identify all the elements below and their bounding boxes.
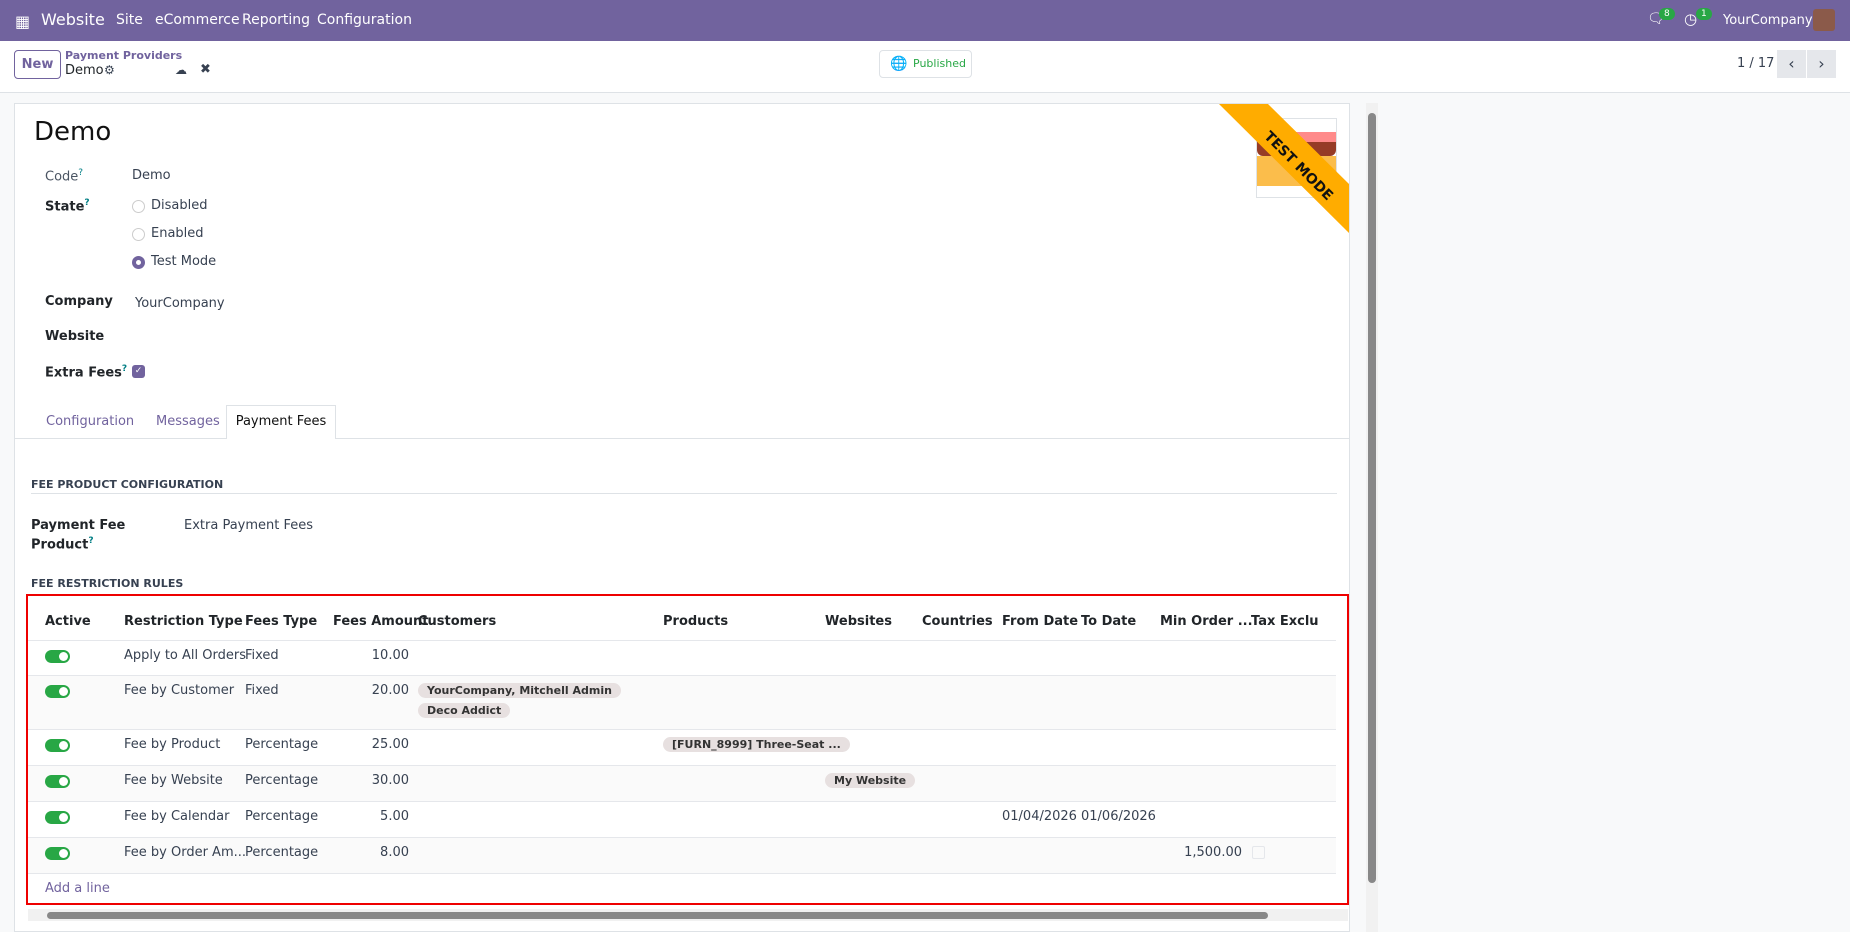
record-title: Demo xyxy=(34,117,112,147)
breadcrumb-current: Demo xyxy=(65,63,104,78)
globe-icon: 🌐 xyxy=(890,56,908,72)
save-cloud-icon[interactable]: ☁ xyxy=(175,63,187,77)
code-label: Code? xyxy=(45,168,83,184)
radio-enabled[interactable] xyxy=(132,228,145,241)
tab-payment-fees[interactable]: Payment Fees xyxy=(226,405,336,439)
messages-badge: 8 xyxy=(1659,8,1675,20)
state-label-text: State xyxy=(45,199,85,215)
apps-menu-icon[interactable]: ▦ xyxy=(15,12,30,31)
pager-next-button[interactable]: › xyxy=(1807,50,1836,78)
tab-payment-fees-label: Payment Fees xyxy=(235,414,327,429)
published-label: Published xyxy=(913,57,966,70)
state-option-disabled[interactable]: Disabled xyxy=(151,198,207,213)
pager-value[interactable]: 1 / 17 xyxy=(1737,56,1774,71)
state-option-test-mode[interactable]: Test Mode xyxy=(151,254,216,269)
activities-badge: 1 xyxy=(1696,8,1712,20)
payment-fee-label: Payment Fee xyxy=(31,518,126,533)
company-value[interactable]: YourCompany xyxy=(135,296,225,311)
tab-configuration[interactable]: Configuration xyxy=(46,414,134,429)
extra-fees-label-text: Extra Fees xyxy=(45,365,122,381)
menu-ecommerce[interactable]: eCommerce xyxy=(155,12,240,28)
published-button[interactable]: 🌐 Published xyxy=(879,50,972,78)
app-name[interactable]: Website xyxy=(41,10,105,29)
horizontal-scrollbar[interactable] xyxy=(28,909,1348,921)
gear-icon[interactable]: ⚙ xyxy=(104,63,115,77)
discard-icon[interactable]: ✖ xyxy=(200,62,211,77)
state-option-enabled[interactable]: Enabled xyxy=(151,226,204,241)
help-icon[interactable]: ? xyxy=(122,364,127,374)
form-sheet: TEST MODE Demo Code? Demo State? Disable… xyxy=(14,103,1350,932)
section-divider xyxy=(31,493,1337,494)
user-avatar[interactable] xyxy=(1813,9,1835,31)
vertical-scroll-thumb[interactable] xyxy=(1368,113,1376,883)
company-switcher[interactable]: YourCompany xyxy=(1723,13,1813,28)
fee-product-section-title: FEE PRODUCT CONFIGURATION xyxy=(31,478,224,491)
code-label-text: Code xyxy=(45,169,79,185)
tab-messages[interactable]: Messages xyxy=(156,414,220,429)
vertical-scrollbar[interactable] xyxy=(1366,103,1378,932)
extra-fees-label: Extra Fees? xyxy=(45,364,127,380)
help-icon[interactable]: ? xyxy=(84,198,89,208)
top-navbar: ▦ Website Site eCommerce Reporting Confi… xyxy=(0,0,1850,41)
website-label: Website xyxy=(45,329,105,344)
pager-prev-button[interactable]: ‹ xyxy=(1777,50,1806,78)
extra-fees-checkbox[interactable]: ✓ xyxy=(132,365,145,378)
horizontal-scroll-thumb[interactable] xyxy=(47,912,1268,919)
payment-fee-product-value[interactable]: Extra Payment Fees xyxy=(184,518,313,533)
state-label: State? xyxy=(45,198,90,214)
menu-reporting[interactable]: Reporting xyxy=(242,12,310,28)
code-value: Demo xyxy=(132,168,171,183)
company-label: Company xyxy=(45,294,113,309)
radio-test-mode[interactable] xyxy=(132,256,145,269)
tab-bar-line xyxy=(15,438,1349,439)
payment-fee-label-2-text: Product xyxy=(31,537,89,553)
payment-fee-label-2: Product? xyxy=(31,536,94,552)
help-icon[interactable]: ? xyxy=(78,168,83,178)
menu-configuration[interactable]: Configuration xyxy=(317,12,412,28)
breadcrumb-parent[interactable]: Payment Providers xyxy=(65,49,182,62)
help-icon[interactable]: ? xyxy=(88,536,93,546)
control-panel: New Payment Providers Demo ⚙ ☁ ✖ 🌐 Publi… xyxy=(0,41,1850,93)
fee-restriction-section-title: FEE RESTRICTION RULES xyxy=(31,577,184,590)
menu-site[interactable]: Site xyxy=(116,12,143,28)
radio-disabled[interactable] xyxy=(132,200,145,213)
new-button[interactable]: New xyxy=(14,50,61,79)
